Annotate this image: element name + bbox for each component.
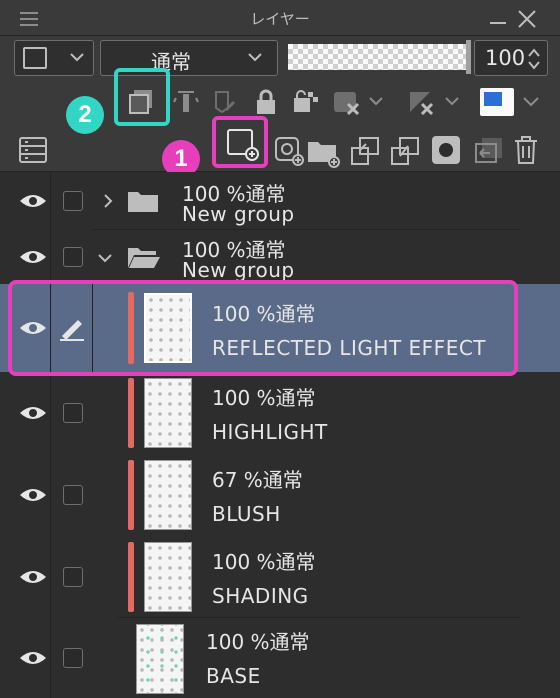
layer-row[interactable]: 100 %通常 HIGHLIGHT — [0, 372, 560, 454]
create-layer-mask-icon[interactable] — [430, 134, 462, 166]
lock-transparency-icon[interactable] — [290, 88, 320, 116]
chevron-down-icon — [248, 53, 262, 62]
open-folder-icon — [128, 248, 160, 268]
opacity-input[interactable]: 100 — [474, 40, 548, 76]
delete-layer-icon[interactable] — [512, 134, 540, 166]
layer-name: HIGHLIGHT — [212, 420, 328, 444]
layer-list-menu-icon[interactable] — [18, 136, 48, 164]
close-icon[interactable] — [516, 8, 538, 30]
clipping-indicator — [128, 378, 134, 448]
clipping-indicator — [128, 542, 134, 612]
layer-checkbox[interactable] — [63, 567, 83, 587]
panel-title: レイヤー — [250, 10, 310, 28]
eye-icon[interactable] — [18, 403, 48, 423]
opacity-slider-handle[interactable] — [466, 40, 471, 74]
layer-checkbox[interactable] — [63, 247, 83, 267]
chevron-down-icon — [70, 53, 84, 62]
step-badge-2: 2 — [66, 96, 104, 134]
layer-name: BASE — [206, 664, 261, 688]
apply-mask-icon[interactable] — [472, 134, 506, 166]
layer-opacity-mode: 100 %通常 — [212, 386, 316, 410]
clip-button-highlight — [114, 68, 170, 126]
title-bar: レイヤー — [0, 0, 560, 36]
layer-name: New group — [182, 258, 295, 282]
transfer-to-lower-layer-icon[interactable] — [348, 134, 382, 168]
new-folder-icon[interactable] — [306, 134, 342, 168]
layer-property-bar: 通常 100 — [0, 36, 560, 80]
spinner-icon[interactable] — [527, 47, 541, 71]
draft-layer-icon[interactable] — [212, 88, 238, 116]
layer-row[interactable]: 100 %通常 SHADING — [0, 536, 560, 618]
layer-opacity-mode: 100 %通常 — [206, 630, 310, 654]
new-vector-layer-icon[interactable] — [272, 134, 306, 168]
eye-icon[interactable] — [18, 485, 48, 505]
layer-checkbox[interactable] — [63, 403, 83, 423]
reference-layer-icon[interactable] — [172, 88, 200, 116]
clipping-indicator — [128, 460, 134, 530]
chevron-down-icon[interactable] — [96, 252, 114, 264]
ruler-toggle-icon[interactable] — [406, 88, 462, 116]
eye-icon[interactable] — [18, 247, 48, 267]
selected-layer-highlight — [8, 280, 518, 376]
layer-checkbox[interactable] — [63, 648, 83, 668]
folder-icon — [128, 192, 158, 212]
opacity-value: 100 — [485, 46, 526, 70]
layer-list: 100 %通常 New group 100 %通常 New group 100 … — [0, 172, 560, 698]
layer-mask-toggle-icon[interactable] — [332, 88, 384, 116]
layer-row[interactable]: 67 %通常 BLUSH — [0, 454, 560, 536]
minimize-icon[interactable] — [490, 22, 506, 24]
layer-checkbox[interactable] — [63, 485, 83, 505]
opacity-slider[interactable] — [288, 40, 471, 74]
layer-name: BLUSH — [212, 502, 281, 526]
layer-name: New group — [182, 202, 295, 226]
lock-icon[interactable] — [254, 88, 278, 116]
layer-thumbnail — [144, 460, 192, 530]
layer-row[interactable]: 100 %通常 New group — [0, 230, 560, 284]
eye-icon[interactable] — [18, 191, 48, 211]
layer-thumbnail — [144, 542, 192, 612]
combine-to-layer-below-icon[interactable] — [388, 134, 422, 168]
layer-opacity-mode: 100 %通常 — [212, 550, 316, 574]
layer-color-swatch — [23, 47, 47, 69]
layer-row[interactable]: 100 %通常 BASE — [0, 618, 560, 698]
eye-icon[interactable] — [18, 648, 48, 668]
layer-row[interactable]: 100 %通常 New group — [0, 172, 560, 230]
layer-color-icon[interactable] — [478, 86, 544, 118]
new-layer-button-highlight — [212, 116, 268, 168]
layer-color-button[interactable] — [14, 40, 94, 76]
layer-thumbnail — [136, 624, 184, 694]
chevron-right-icon[interactable] — [102, 192, 114, 210]
layer-checkbox[interactable] — [63, 191, 83, 211]
layer-name: SHADING — [212, 584, 309, 608]
layer-opacity-mode: 67 %通常 — [212, 468, 303, 492]
eye-icon[interactable] — [18, 567, 48, 587]
layer-thumbnail — [144, 378, 192, 448]
